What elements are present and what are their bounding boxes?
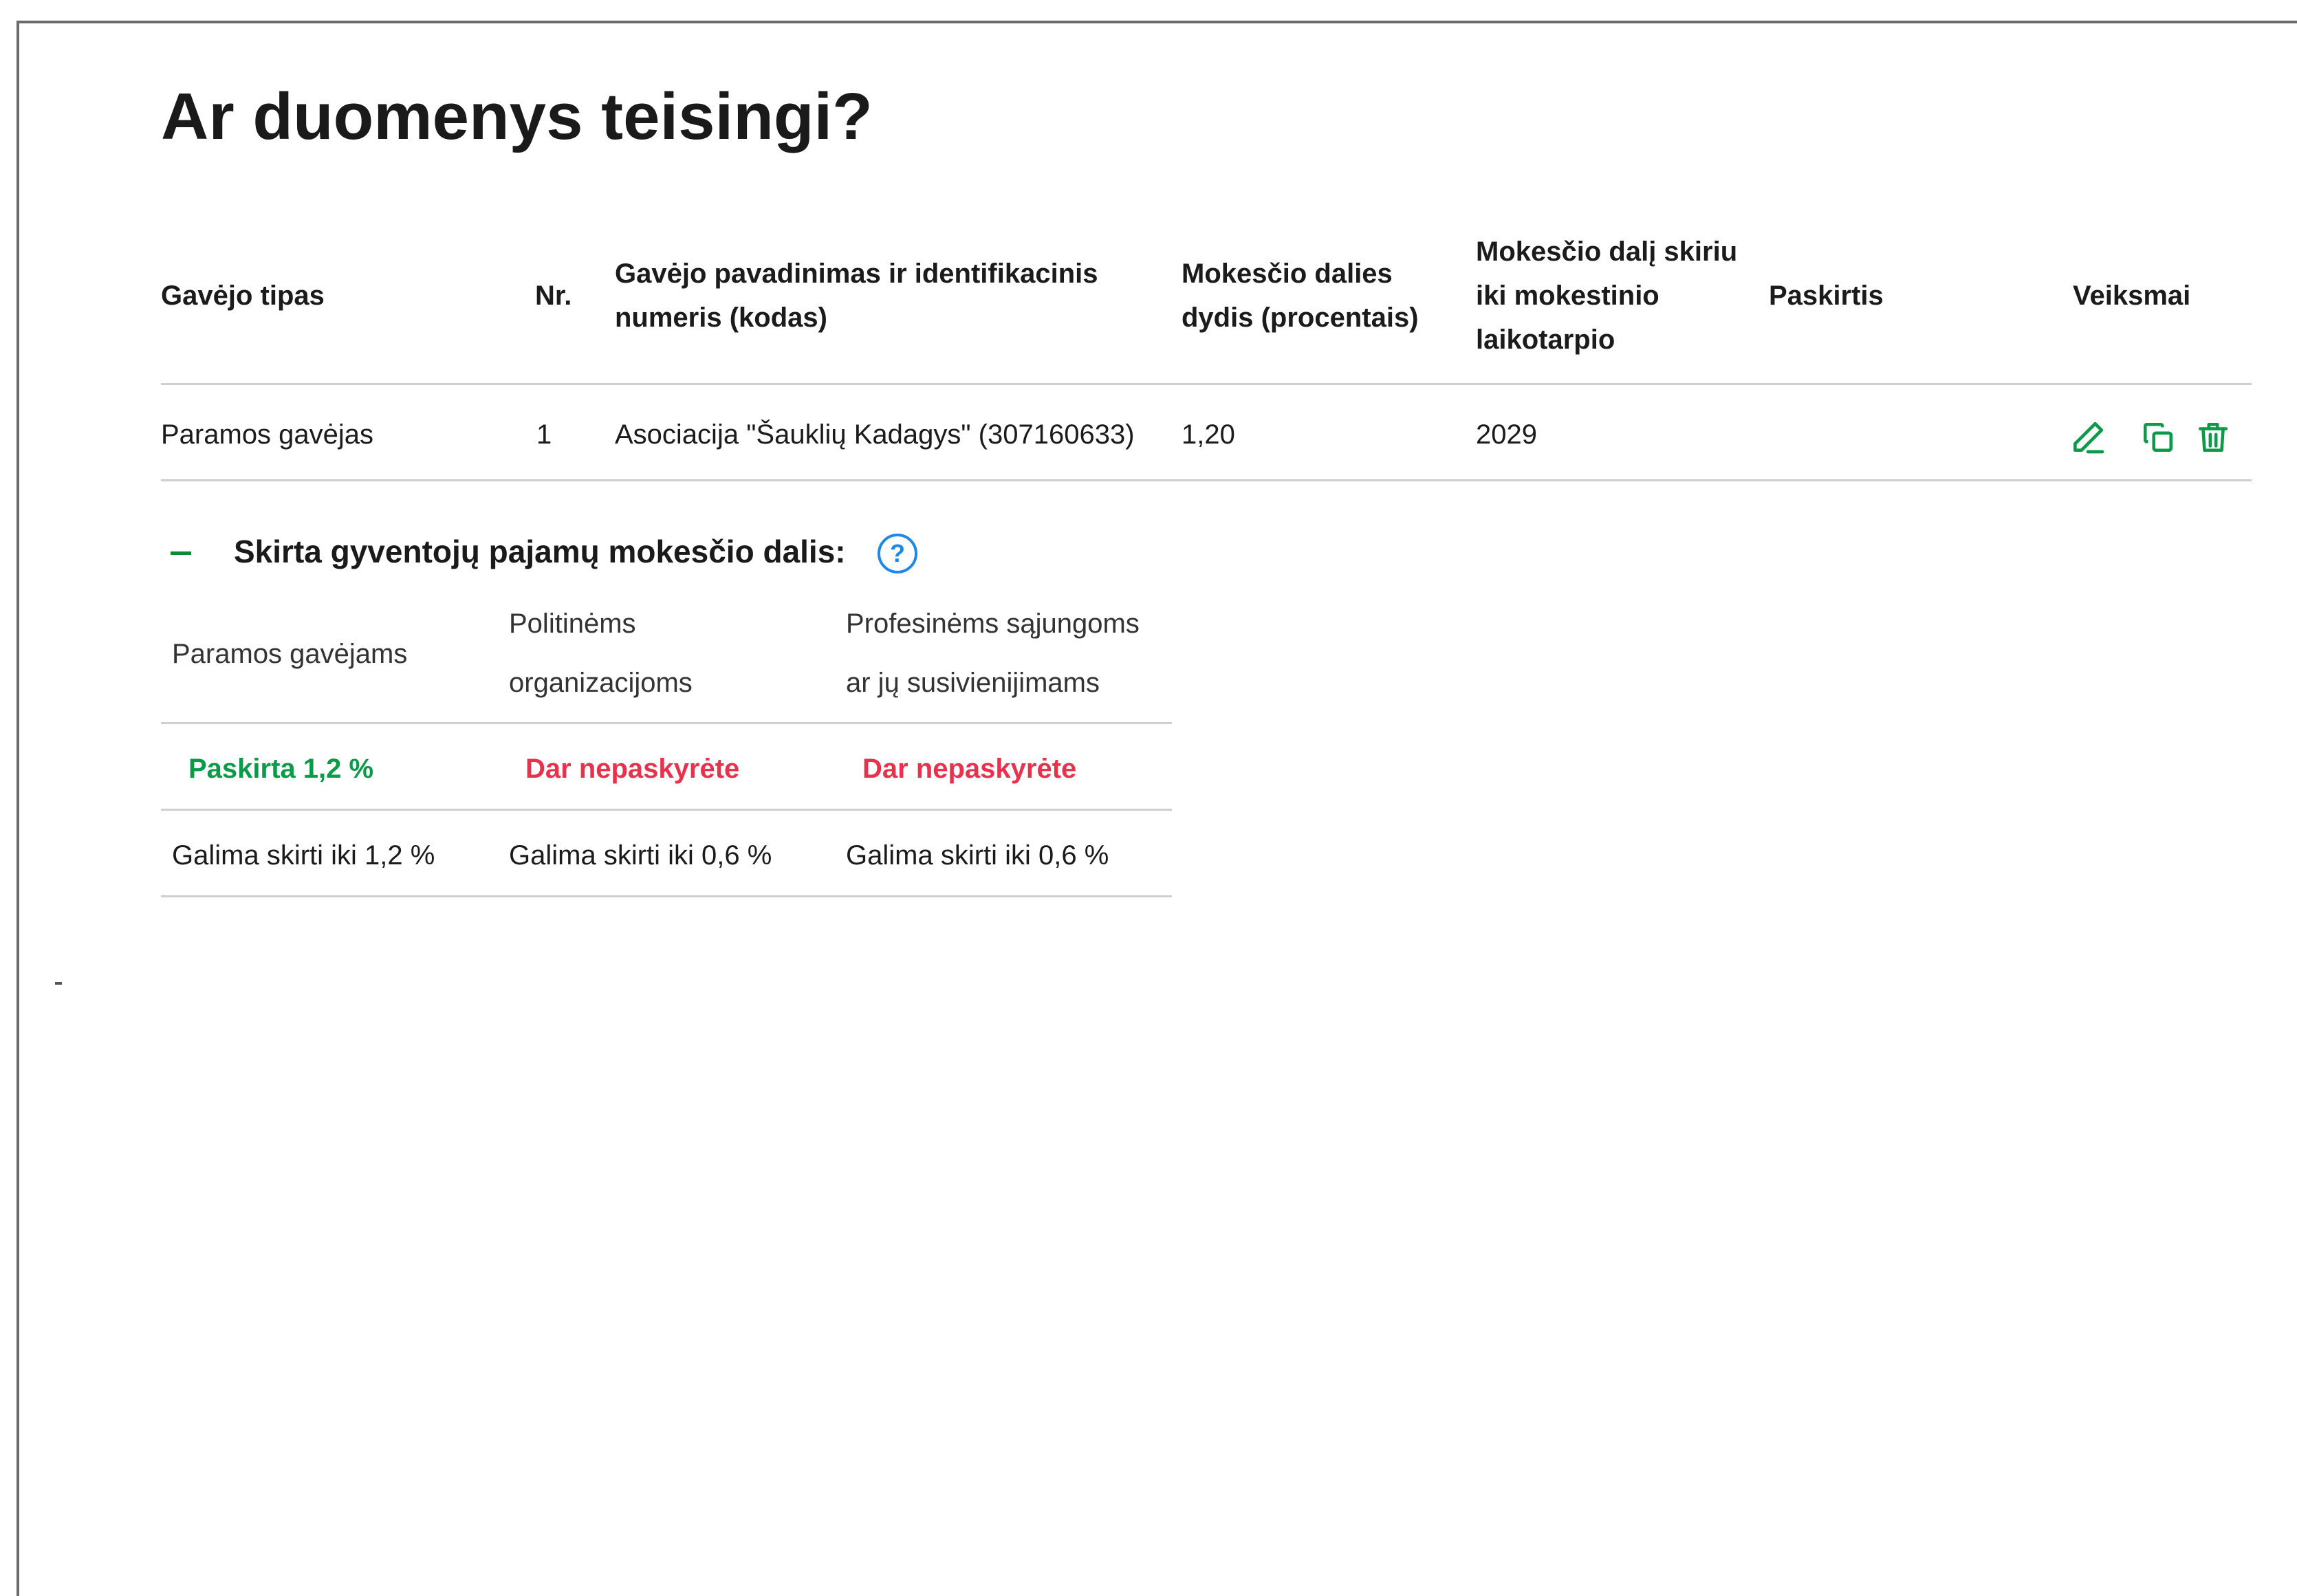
status-assigned: Paskirta 1,2 %	[188, 754, 374, 784]
header-number: Nr.	[535, 281, 572, 311]
header-recipient-name-line1: Gavėjo pavadinimas ir identifikacinis	[615, 259, 1098, 289]
row-divider	[161, 479, 2252, 481]
summary-col-political-line1: Politinėms	[509, 609, 636, 639]
header-recipient-name-line2: numeris (kodas)	[615, 303, 827, 333]
cell-number: 1	[536, 419, 552, 450]
stray-mark	[55, 982, 62, 985]
limit-support-recipients: Galima skirti iki 1,2 %	[172, 840, 435, 871]
trash-icon[interactable]	[2191, 415, 2235, 459]
header-actions: Veiksmai	[2073, 281, 2191, 311]
header-until-line1: Mokesčio dalį skiriu	[1476, 237, 1738, 267]
edit-icon[interactable]	[2066, 415, 2110, 459]
limit-political: Galima skirti iki 0,6 %	[509, 840, 772, 871]
help-icon[interactable]: ?	[878, 534, 917, 573]
copy-icon[interactable]	[2136, 415, 2180, 459]
cell-recipient-name: Asociacija "Šauklių Kadagys" (307160633)	[615, 419, 1135, 450]
minus-icon	[171, 551, 191, 555]
cell-until: 2029	[1476, 419, 1537, 450]
summary-status-divider	[161, 809, 1172, 811]
header-divider	[161, 383, 2252, 385]
header-share-line2: dydis (procentais)	[1182, 303, 1419, 333]
summary-limits-divider	[161, 895, 1172, 897]
header-purpose: Paskirtis	[1769, 281, 1884, 311]
limit-unions: Galima skirti iki 0,6 %	[846, 840, 1109, 871]
header-recipient-type: Gavėjo tipas	[161, 281, 325, 311]
header-until-line2: iki mokestinio	[1476, 281, 1659, 311]
summary-col-unions-line2: ar jų susivienijimams	[846, 668, 1100, 698]
summary-col-political-line2: organizacijoms	[509, 668, 693, 698]
header-until-line3: laikotarpio	[1476, 325, 1615, 355]
summary-col-unions-line1: Profesinėms sąjungoms	[846, 609, 1140, 639]
collapse-toggle[interactable]	[171, 534, 198, 572]
header-share-line1: Mokesčio dalies	[1182, 259, 1393, 289]
page-title: Ar duomenys teisingi?	[161, 80, 873, 153]
summary-title: Skirta gyventojų pajamų mokesčio dalis:	[234, 534, 846, 569]
summary-col-support-recipients: Paramos gavėjams	[172, 639, 408, 669]
status-not-assigned-political: Dar nepaskyrėte	[525, 754, 740, 784]
status-not-assigned-unions: Dar nepaskyrėte	[862, 754, 1077, 784]
cell-share: 1,20	[1182, 419, 1235, 450]
cell-recipient-type: Paramos gavėjas	[161, 419, 374, 450]
summary-header-divider	[161, 722, 1172, 724]
